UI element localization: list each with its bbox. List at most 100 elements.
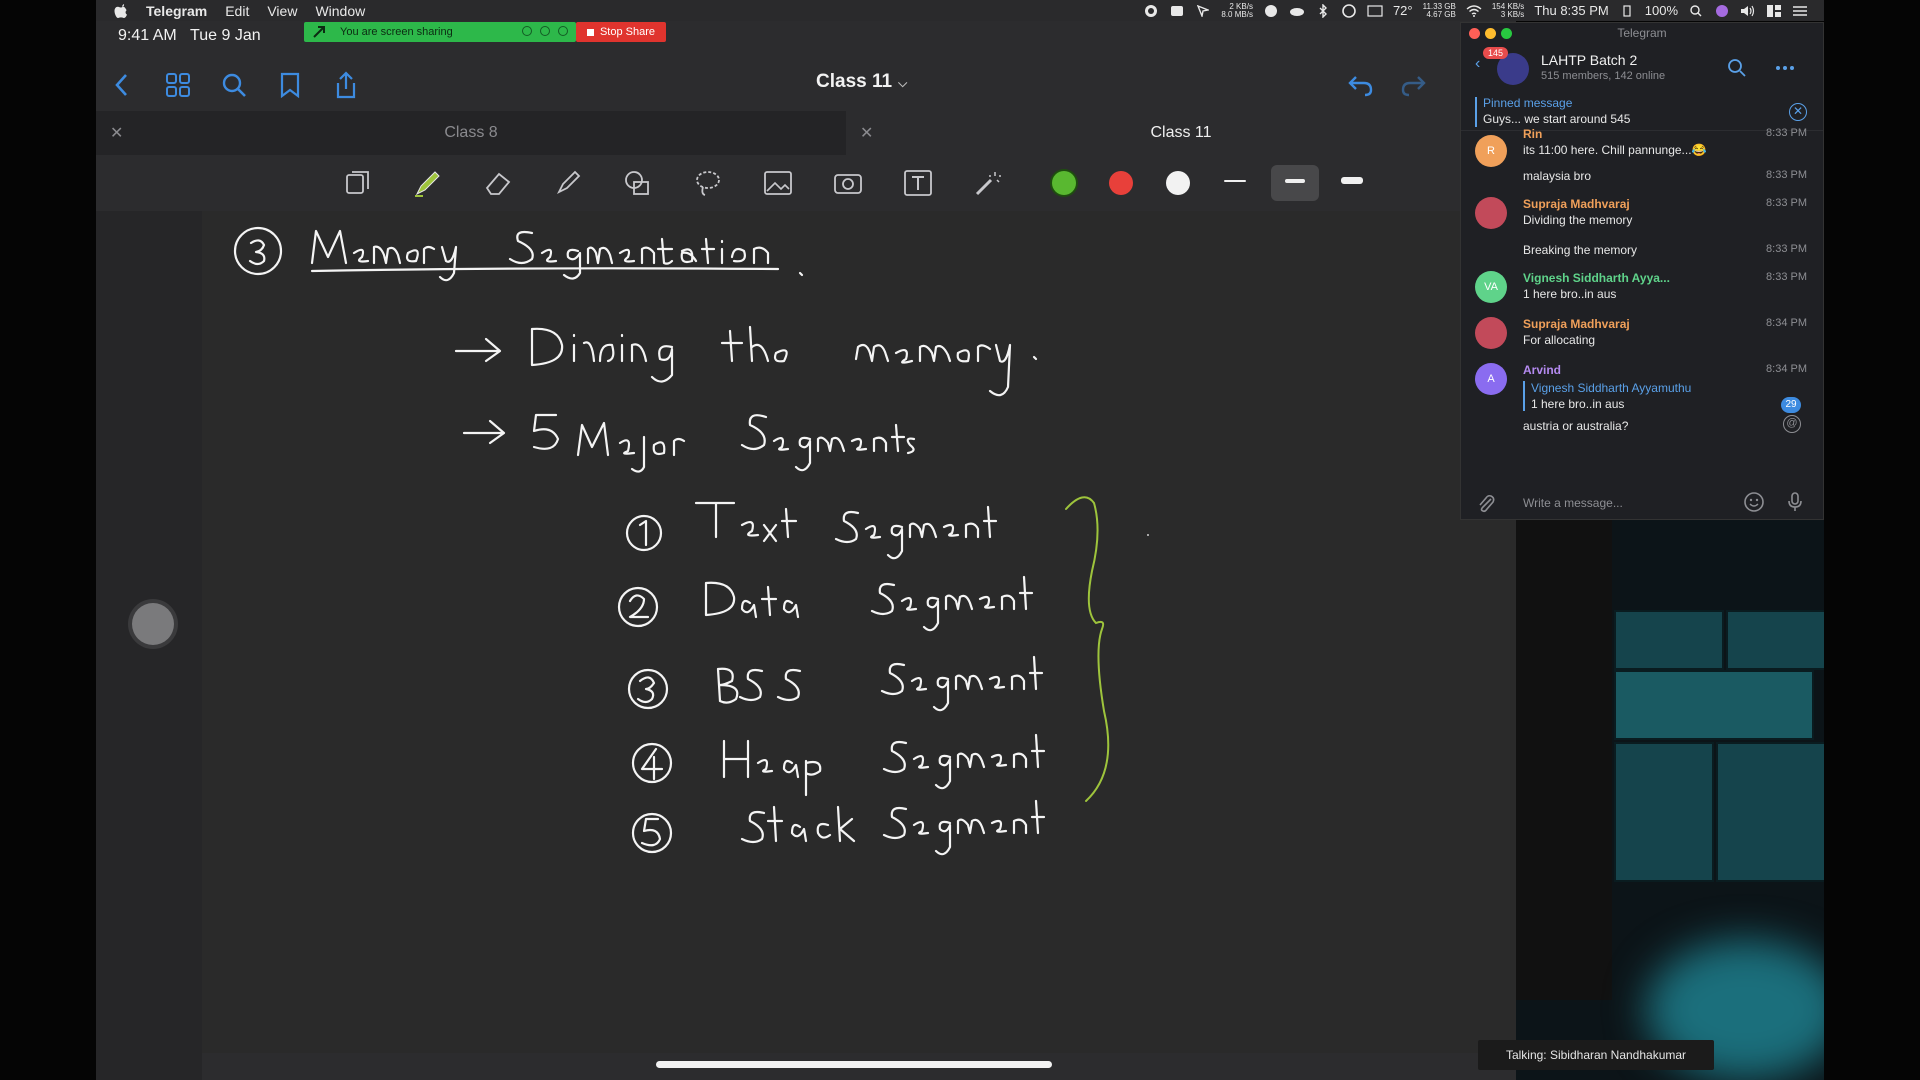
microphone-icon[interactable] [1787,491,1803,516]
battery-percent: 100% [1644,3,1678,18]
group-name[interactable]: LAHTP Batch 2 [1541,52,1637,68]
stroke-thin-option[interactable] [1224,180,1246,182]
floating-scroll-handle[interactable] [132,603,174,645]
check-icon[interactable] [1263,4,1279,18]
heading-word-memory [352,245,458,282]
zoom-window-button[interactable] [1501,28,1512,39]
list-digit-2 [628,594,650,619]
shapes-icon[interactable] [620,165,656,201]
chat-header: ‹ 145 LAHTP Batch 2 515 members, 142 onl… [1461,43,1823,93]
stroke-thick-option[interactable] [1341,177,1363,184]
share-icon[interactable] [330,69,362,101]
color-white-swatch[interactable] [1166,171,1190,195]
pages-icon[interactable] [340,165,376,201]
close-tab-icon[interactable]: ✕ [860,123,873,143]
word-segment [882,733,1046,790]
apple-icon[interactable] [114,3,130,19]
volume-icon[interactable] [1740,4,1756,18]
avatar[interactable]: A [1475,363,1507,395]
stroke-medium-selected[interactable] [1271,165,1319,201]
display-icon[interactable] [1367,4,1383,18]
word-segments [740,414,916,472]
back-arrow-icon[interactable]: ‹ [1475,55,1480,73]
lasso-icon[interactable] [690,165,726,201]
pinned-message-bar[interactable]: Pinned message Guys... we start around 5… [1461,93,1823,131]
text-icon[interactable] [900,165,936,201]
redo-icon[interactable] [1398,69,1430,101]
avatar[interactable] [1475,197,1507,229]
clock-icon[interactable] [1341,3,1357,18]
stop-share-button[interactable]: Stop Share [576,22,666,42]
close-window-button[interactable] [1469,28,1480,39]
highlighter-icon[interactable] [550,165,586,201]
notes-canvas[interactable] [202,211,1516,1053]
digit-5 [532,413,560,450]
screen-icon[interactable] [1169,4,1185,18]
security-icon[interactable] [558,26,568,36]
unread-mentions-badge[interactable]: 29 [1781,397,1801,413]
attach-icon[interactable] [1477,493,1495,516]
home-indicator [656,1061,1052,1068]
word-bss [716,667,802,704]
bullet-arrow [462,419,506,445]
message-composer [1461,489,1823,519]
color-green-swatch[interactable] [1052,171,1076,195]
tab-class-11[interactable]: ✕ Class 11 [846,111,1516,155]
stroke-medium-option[interactable] [1285,179,1305,183]
eraser-icon[interactable] [480,165,516,201]
message-input[interactable] [1523,493,1723,513]
grid-view-icon[interactable] [162,69,194,101]
mention-icon[interactable]: @ [1783,415,1801,433]
mac-menu-bar: Telegram Edit View Window 2 KB/s 8.0 MB/s… [96,0,1824,21]
minimize-window-button[interactable] [1485,28,1496,39]
menu-edit[interactable]: Edit [225,3,249,19]
undo-icon[interactable] [1344,69,1376,101]
notes-top-bar: Class 11 ⌵ [96,61,1516,111]
unread-count-badge: 145 [1483,47,1509,59]
close-tab-icon[interactable]: ✕ [110,123,123,143]
color-red-swatch[interactable] [1109,171,1133,195]
image-icon[interactable] [760,165,796,201]
avatar[interactable] [1475,317,1507,349]
reply-quote[interactable]: Vignesh Siddharth Ayyamuthu 1 here bro..… [1523,381,1691,411]
menu-view[interactable]: View [267,3,297,19]
camera-icon[interactable] [830,165,866,201]
word-dividing [530,327,674,383]
close-pinned-icon[interactable]: ✕ [1789,103,1807,121]
record-icon[interactable] [1143,4,1159,18]
control-center-icon[interactable] [1766,4,1782,18]
notification-center-icon[interactable] [1792,4,1808,18]
message-list[interactable]: R Rin its 11:00 here. Chill pannunge...😂… [1461,127,1823,471]
emoji-icon[interactable] [1743,491,1765,516]
laser-pointer-icon[interactable] [970,165,1006,201]
wifi-icon[interactable] [1466,4,1482,18]
word-memory [854,343,1012,397]
talking-indicator: Talking: Sibidharan Nandhakumar [1478,1040,1714,1070]
pen-icon[interactable] [410,165,446,201]
bookmark-icon[interactable] [274,69,306,101]
clock[interactable]: Thu 8:35 PM [1534,3,1608,18]
heading-letter-s [508,230,534,265]
battery-icon[interactable] [1619,4,1635,18]
cursor-icon[interactable] [1195,4,1211,18]
more-options-icon[interactable] [1775,58,1795,81]
menu-app-name[interactable]: Telegram [146,3,207,19]
spotlight-icon[interactable] [1688,4,1704,18]
back-chevron-icon[interactable] [106,69,138,101]
menu-window[interactable]: Window [315,3,365,19]
siri-icon[interactable] [1714,4,1730,18]
cloud-status-icon[interactable] [540,26,550,36]
cloud-icon[interactable] [1289,4,1305,18]
document-title[interactable]: Class 11 ⌵ [816,71,1016,93]
bluetooth-icon[interactable] [1315,3,1331,18]
network-speed-2: 154 KB/s 3 KB/s [1491,1,1525,19]
avatar[interactable]: VA [1475,271,1507,303]
search-icon[interactable] [1727,58,1747,81]
word-segment [880,655,1044,712]
avatar[interactable]: R [1475,135,1507,167]
tab-class-8[interactable]: ✕ Class 8 [96,111,846,155]
desktop: Telegram Edit View Window 2 KB/s 8.0 MB/s… [0,0,1920,1080]
mute-icon[interactable] [522,26,532,36]
search-icon[interactable] [218,69,250,101]
notes-app-window: 9:41 AM Tue 9 Jan You are screen sharing… [96,21,1516,1080]
